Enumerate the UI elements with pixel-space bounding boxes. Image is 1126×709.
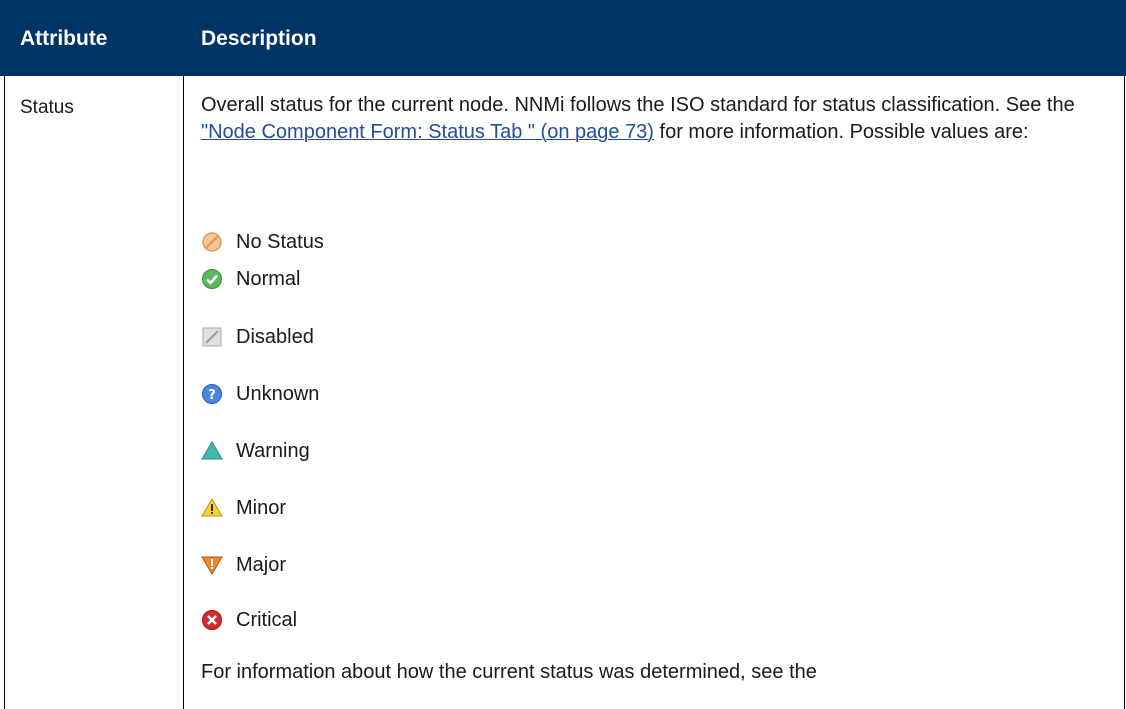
attribute-column-header: Attribute: [20, 27, 108, 50]
minor-icon: [201, 497, 223, 519]
status-determination-note: For information about how the current st…: [201, 661, 817, 683]
status-item-warning: Warning: [201, 436, 310, 466]
status-item-disabled: Disabled: [201, 322, 314, 352]
status-label: No Status: [236, 231, 324, 253]
table-border-right: [1124, 76, 1125, 709]
status-item-no-status: No Status: [201, 227, 324, 257]
normal-icon: [201, 268, 223, 290]
attribute-cell: Status: [20, 97, 74, 118]
svg-text:?: ?: [208, 388, 216, 403]
status-label: Major: [236, 554, 287, 576]
description-paragraph: Overall status for the current node. NNM…: [201, 92, 1101, 146]
status-label: Minor: [236, 497, 287, 519]
table-border-left: [4, 76, 5, 709]
status-label: Disabled: [236, 326, 314, 348]
warning-icon: [201, 440, 223, 462]
description-column-header: Description: [201, 27, 317, 50]
unknown-icon: ?: [201, 383, 223, 405]
status-item-normal: Normal: [201, 264, 300, 294]
status-item-unknown: ? Unknown: [201, 379, 319, 409]
status-label: Normal: [236, 268, 301, 290]
disabled-icon: [201, 326, 223, 348]
status-item-minor: Minor: [201, 493, 286, 523]
no-status-icon: [201, 231, 223, 253]
description-text-end: for more information. Possible values ar…: [653, 121, 1029, 143]
status-label: Warning: [236, 440, 310, 462]
table-header: Attribute Description: [0, 0, 1126, 76]
major-icon: [201, 554, 223, 576]
status-tab-link[interactable]: "Node Component Form: Status Tab " (on p…: [201, 121, 654, 143]
critical-icon: [201, 609, 223, 631]
status-label: Critical: [236, 609, 298, 631]
status-label: Unknown: [236, 383, 320, 405]
description-text-start: Overall status for the current node. NNM…: [201, 94, 1075, 116]
status-item-major: Major: [201, 550, 286, 580]
status-item-critical: Critical: [201, 605, 297, 635]
column-divider: [183, 76, 184, 709]
